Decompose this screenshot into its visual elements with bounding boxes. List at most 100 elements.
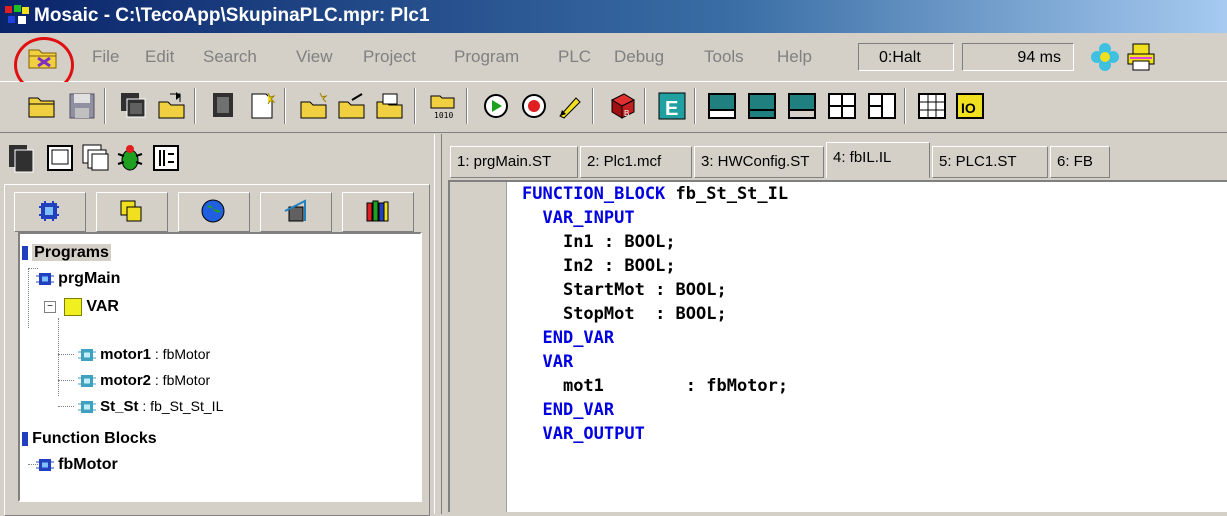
code-line: StartMot : BOOL; [562,280,727,300]
menu-tools[interactable]: Tools [704,47,744,67]
tree-node-programs[interactable]: Programs [22,244,111,262]
mosaic-app-icon[interactable] [4,4,30,28]
tree-node-motor2[interactable]: motor2 : fbMotor [78,372,210,389]
instance-icon [78,375,96,388]
layout-5-icon[interactable] [866,90,898,122]
function-block-folder-icon [22,432,28,447]
edit-tool-icon[interactable] [554,90,586,122]
tab-plc1-mcf[interactable]: 2: Plc1.mcf [580,146,692,178]
code-editor[interactable]: FUNCTION_BLOCK fb_St_St_IL VAR_INPUT In1… [448,180,1227,512]
project-panel-toolbar [0,134,440,180]
code-line: mot1 : fbMotor; [562,376,789,396]
project-tree: Programs prgMain − VAR motor1 : fbMotor … [18,232,422,502]
window-cascade-icon[interactable] [80,142,112,174]
function-block-icon [36,459,54,472]
svg-text:E: E [665,98,678,120]
network-tab-icon [284,199,306,222]
tree-node-motor1[interactable]: motor1 : fbMotor [78,346,210,363]
tab-hwconfig-st[interactable]: 3: HWConfig.ST [694,146,824,178]
svg-text:B: B [624,109,629,118]
io-icon[interactable]: IO [954,90,986,122]
instance-icon [78,349,96,362]
tree-node-st-st[interactable]: St_St : fb_St_St_IL [78,398,223,415]
layout-1-icon[interactable] [706,90,738,122]
editor-tabs: 1: prgMain.ST 2: Plc1.mcf 3: HWConfig.ST… [446,142,1227,180]
open-file-icon[interactable] [156,90,188,122]
editor-e-icon[interactable]: E [656,90,688,122]
globe-tab-icon [201,199,225,223]
window-list-icon[interactable] [6,142,38,174]
tab-programs[interactable] [14,192,86,232]
var-folder-icon [64,298,83,317]
new-file-icon[interactable] [246,90,278,122]
io-config-icon[interactable] [150,142,182,174]
windows-icon[interactable] [118,90,150,122]
code-line: FUNCTION_BLOCK fb_St_St_IL [522,184,789,204]
tab-prgmain-st[interactable]: 1: prgMain.ST [450,146,578,178]
menu-search[interactable]: Search [203,47,257,67]
layers-tab-icon [120,200,142,222]
program-icon [36,273,54,286]
code-text[interactable]: FUNCTION_BLOCK fb_St_St_IL VAR_INPUT In1… [522,182,788,446]
program-folder-icon [22,246,28,261]
tab-plc1-st[interactable]: 5: PLC1.ST [932,146,1048,178]
menu-file[interactable]: File [92,47,119,67]
code-line: VAR_OUTPUT [542,424,645,444]
tab-fb[interactable]: 6: FB [1050,146,1110,178]
run-icon[interactable] [480,90,512,122]
code-line: VAR_INPUT [542,208,635,228]
tab-layers[interactable] [96,192,168,232]
menu-project[interactable]: Project [363,47,416,67]
stop-icon[interactable] [518,90,550,122]
printer-icon[interactable] [1124,41,1158,73]
code-line: VAR [542,352,574,372]
plc-mode-status: 0:Halt [858,43,954,71]
code-line: END_VAR [542,400,615,420]
build-icon[interactable]: B [606,90,638,122]
tab-globals[interactable] [178,192,250,232]
window-tile-icon[interactable] [44,142,76,174]
code-line: END_VAR [542,328,615,348]
menu-program[interactable]: Program [454,47,519,67]
tree-node-prgmain[interactable]: prgMain [36,270,120,288]
menu-debug[interactable]: Debug [614,47,664,67]
code-line: StopMot : BOOL; [562,304,727,324]
grid-icon[interactable] [916,90,948,122]
debug-bug-icon[interactable] [114,142,146,174]
program-tab-icon [39,201,59,221]
window-title: Mosaic - C:\TecoApp\SkupinaPLC.mpr: Plc1 [34,5,430,26]
panel-splitter[interactable] [434,134,442,514]
tree-node-function-blocks[interactable]: Function Blocks [22,430,157,448]
menu-bar: File Edit Search View Project Program PL… [0,33,1227,82]
editor-gutter [450,182,507,512]
tab-library[interactable] [342,192,414,232]
export-doc-icon[interactable] [336,90,368,122]
svg-text:1010: 1010 [434,111,453,120]
tab-fbil-il[interactable]: 4: fbIL.IL [826,142,930,178]
main-toolbar: 1010 B E IO [0,82,1227,133]
open-project-icon[interactable] [26,90,58,122]
compile-icon[interactable]: 1010 [428,90,460,122]
project-panel-tabs [14,192,422,232]
library-tab-icon [366,200,389,222]
instance-icon [78,401,96,414]
layout-2-icon[interactable] [746,90,778,122]
new-doc-icon[interactable] [298,90,330,122]
menu-plc[interactable]: PLC [558,47,591,67]
doc-properties-icon[interactable] [374,90,406,122]
save-icon[interactable] [66,90,98,122]
tree-node-fbmotor[interactable]: fbMotor [36,456,118,474]
flower-icon [1091,43,1119,71]
menu-view[interactable]: View [296,47,333,67]
code-line: In1 : BOOL; [562,232,676,252]
menu-help[interactable]: Help [777,47,812,67]
collapse-toggle-icon[interactable]: − [44,301,56,314]
layout-3-icon[interactable] [786,90,818,122]
window-copy-icon[interactable] [208,90,240,122]
cycle-time-status: 94 ms [962,43,1074,71]
menu-edit[interactable]: Edit [145,47,174,67]
layout-4-icon[interactable] [826,90,858,122]
svg-text:IO: IO [961,100,976,116]
tab-network[interactable] [260,192,332,232]
tree-node-var[interactable]: − VAR [44,298,119,317]
